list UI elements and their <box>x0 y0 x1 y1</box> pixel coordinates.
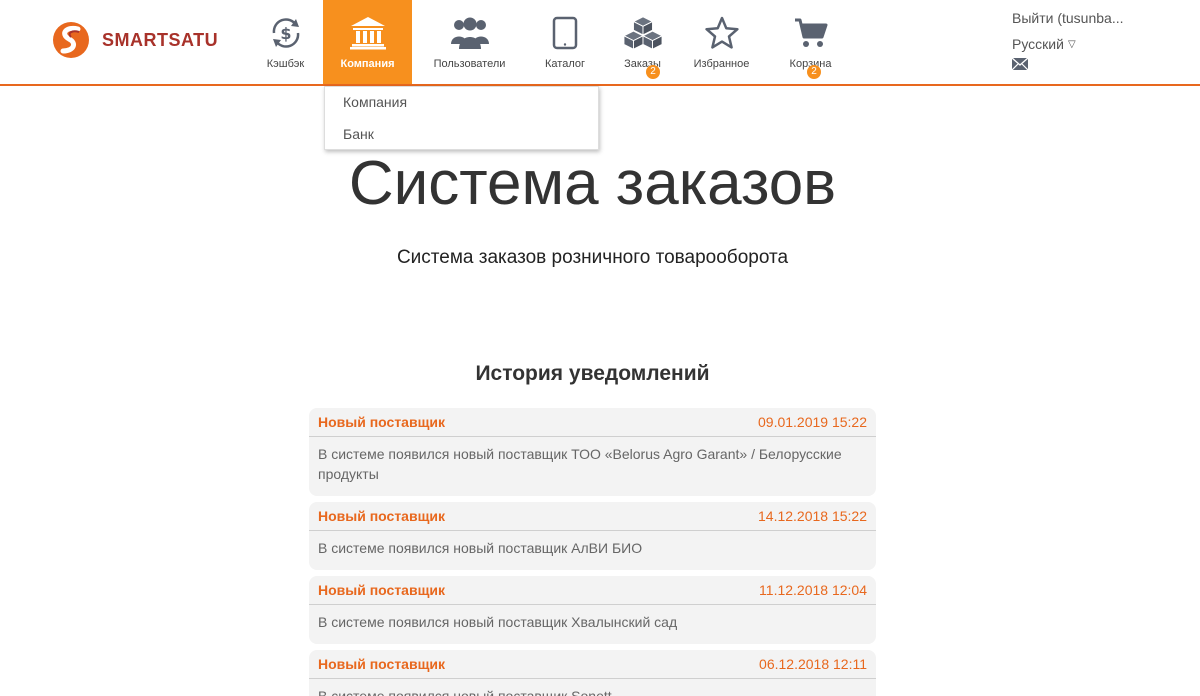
notification-title: Новый поставщик <box>318 582 446 598</box>
dropdown-item-bank[interactable]: Банк <box>325 119 598 151</box>
notification-header: Новый поставщик 14.12.2018 15:22 <box>309 502 876 531</box>
nav-label: Избранное <box>693 58 750 70</box>
triangle-down-icon: ▽ <box>1067 38 1076 50</box>
notification-item: Новый поставщик 09.01.2019 15:22 В систе… <box>309 408 876 496</box>
notification-item: Новый поставщик 06.12.2018 12:11 В систе… <box>309 650 876 696</box>
notification-text: В системе появился новый поставщик ТОО «… <box>318 446 842 482</box>
main-nav: $ Кэшбэк Компания Пользователи Каталог З… <box>248 0 860 84</box>
svg-text:$: $ <box>280 24 291 43</box>
page-subtitle: Система заказов розничного товарооборота <box>396 247 789 268</box>
notifications-title: История уведомлений <box>475 362 710 385</box>
notification-text: В системе появился новый поставщик АлВИ … <box>318 540 643 556</box>
nav-item-orders[interactable]: Заказы 2 <box>603 0 682 84</box>
notification-header: Новый поставщик 11.12.2018 12:04 <box>309 576 876 605</box>
notification-text: В системе появился новый поставщик Хвалы… <box>318 614 678 630</box>
notification-title: Новый поставщик <box>318 414 446 430</box>
notification-header: Новый поставщик 06.12.2018 12:11 <box>309 650 876 679</box>
brand-logo[interactable]: SMARTSATU <box>52 20 218 60</box>
notification-title: Новый поставщик <box>318 508 446 524</box>
nav-item-favorites[interactable]: Избранное <box>682 0 761 84</box>
nav-item-cashback[interactable]: $ Кэшбэк <box>248 0 323 84</box>
notification-header: Новый поставщик 09.01.2019 15:22 <box>309 408 876 437</box>
star-icon <box>704 16 739 49</box>
bank-building-icon <box>349 17 386 50</box>
notification-title: Новый поставщик <box>318 656 446 672</box>
user-panel: Выйти (tusunba... Русский ▽ <box>1011 10 1192 75</box>
boxes-icon <box>622 16 663 50</box>
cart-icon <box>794 18 827 47</box>
page-title: Система заказов <box>348 149 837 218</box>
nav-item-company[interactable]: Компания <box>323 0 412 84</box>
language-label: Русский <box>1012 36 1064 52</box>
cart-count-badge: 2 <box>807 65 821 79</box>
notification-date: 14.12.2018 15:22 <box>758 508 867 524</box>
notifications-list: Новый поставщик 09.01.2019 15:22 В систе… <box>309 408 876 696</box>
users-icon <box>450 17 489 49</box>
nav-label: Кэшбэк <box>266 58 305 70</box>
cashback-icon: $ <box>272 18 299 48</box>
notification-date: 09.01.2019 15:22 <box>758 414 867 430</box>
brand-name: SMARTSATU <box>102 29 219 50</box>
smartsatu-s-logo-icon <box>53 22 89 58</box>
notification-item: Новый поставщик 11.12.2018 12:04 В систе… <box>309 576 876 644</box>
nav-label: Компания <box>340 58 395 70</box>
logout-link[interactable]: Выйти (tusunba... <box>1012 10 1192 26</box>
nav-item-catalog[interactable]: Каталог <box>527 0 603 84</box>
nav-item-cart[interactable]: Корзина 2 <box>761 0 860 84</box>
tablet-icon <box>552 16 578 50</box>
notification-text: В системе появился новый поставщик Sonet… <box>318 688 612 696</box>
nav-item-users[interactable]: Пользователи <box>412 0 527 84</box>
company-dropdown-menu: Компания Банк <box>324 86 599 150</box>
orders-count-badge: 2 <box>646 65 660 79</box>
nav-label: Пользователи <box>433 58 506 70</box>
dropdown-item-company[interactable]: Компания <box>325 87 598 119</box>
envelope-icon[interactable] <box>1011 57 1029 71</box>
language-selector[interactable]: Русский ▽ <box>1012 36 1192 52</box>
notification-date: 11.12.2018 12:04 <box>759 582 867 598</box>
notification-date: 06.12.2018 12:11 <box>759 656 867 672</box>
nav-label: Каталог <box>545 58 585 70</box>
top-header: SMARTSATU $ Кэшбэк Компания Пользователи… <box>0 0 1200 86</box>
notification-item: Новый поставщик 14.12.2018 15:22 В систе… <box>309 502 876 570</box>
